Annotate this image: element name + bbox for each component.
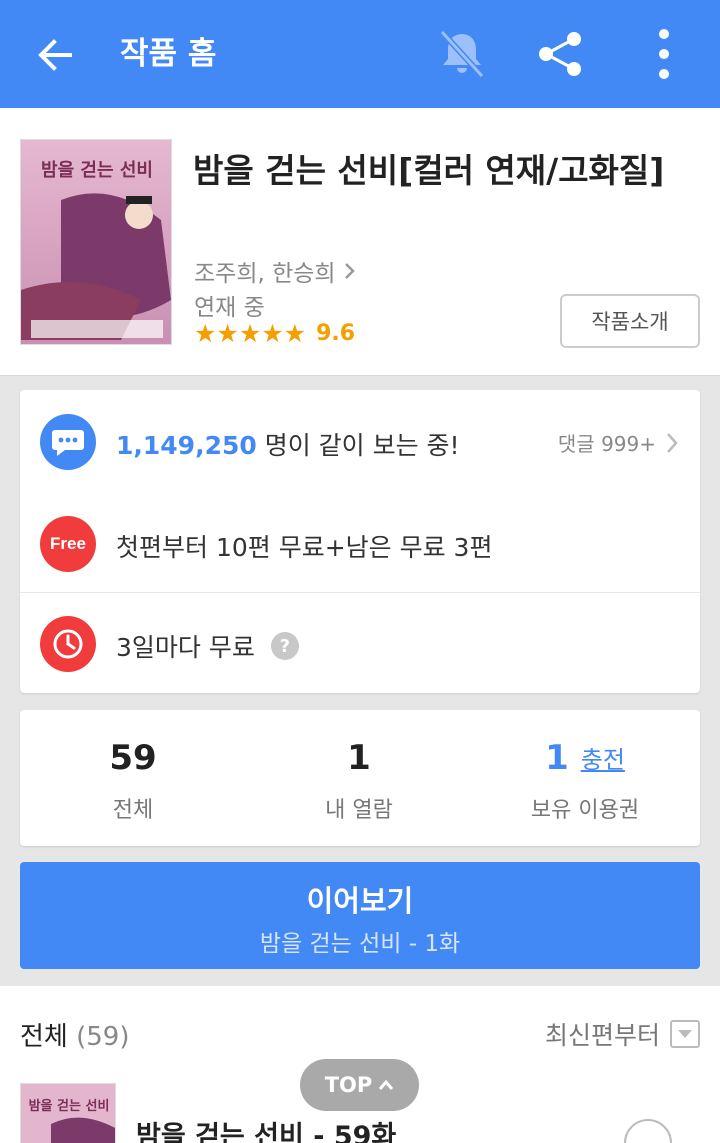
continue-reading-button[interactable]: 이어보기 밤을 걷는 선비 - 1화 bbox=[20, 862, 700, 969]
free-text: 첫편부터 10편 무료+남은 무료 3편 bbox=[116, 533, 493, 562]
app-bar: 작품 홈 bbox=[0, 0, 720, 108]
continue-label: 이어보기 bbox=[306, 884, 414, 918]
wait-free-text-wrap: 3일마다 무료 ? bbox=[116, 628, 299, 664]
download-icon[interactable] bbox=[624, 1119, 672, 1143]
clock-icon bbox=[40, 616, 96, 672]
viewers-count: 1,149,250 bbox=[116, 431, 257, 460]
sort-label: 최신편부터 bbox=[544, 1021, 660, 1050]
comments-link[interactable]: 댓글 999+ bbox=[558, 428, 678, 457]
episode-list-header: 전체 (59) bbox=[20, 1016, 129, 1053]
comments-count: 댓글 999+ bbox=[557, 432, 656, 456]
scroll-top-button[interactable]: TOP bbox=[300, 1059, 419, 1111]
free-row: Free 첫편부터 10편 무료+남은 무료 3편 bbox=[20, 514, 700, 574]
charge-link[interactable]: 충전 bbox=[581, 746, 625, 774]
viewers-text: 1,149,250 명이 같이 보는 중! bbox=[116, 426, 460, 462]
chevron-up-icon bbox=[379, 1079, 394, 1090]
top-label: TOP bbox=[324, 1073, 373, 1097]
star-rating-icon: ★★★★★ bbox=[194, 319, 307, 348]
stats-card: 59 전체 1 내 열람 1 충전 보유 이용권 bbox=[20, 710, 700, 846]
chevron-right-icon bbox=[667, 432, 678, 453]
stat-total-value: 59 bbox=[109, 738, 157, 778]
viewers-suffix: 명이 같이 보는 중! bbox=[256, 431, 460, 460]
continue-episode: 밤을 걷는 선비 - 1화 bbox=[259, 931, 461, 957]
stat-total-label: 전체 bbox=[112, 798, 154, 823]
cover-image: 밤을 걷는 선비 bbox=[20, 139, 172, 345]
more-vert-icon[interactable] bbox=[640, 24, 688, 84]
serial-status: 연재 중 bbox=[194, 295, 265, 321]
back-arrow-icon[interactable] bbox=[30, 30, 80, 80]
help-icon[interactable]: ? bbox=[270, 632, 299, 660]
rating: ★★★★★ 9.6 bbox=[194, 319, 355, 348]
page-title: 작품 홈 bbox=[120, 36, 217, 72]
chevron-down-icon bbox=[670, 1020, 700, 1048]
episode-title[interactable]: 밤을 걷는 선비 - 59화 bbox=[136, 1114, 396, 1143]
episode-list-title: 전체 bbox=[20, 1022, 68, 1052]
chat-bubble-icon bbox=[40, 414, 96, 470]
episode-thumbnail[interactable]: 밤을 걷는 선비 bbox=[20, 1083, 116, 1143]
stat-total: 59 전체 bbox=[20, 736, 246, 824]
stat-viewed-value: 1 bbox=[347, 738, 371, 778]
author-names: 조주희, 한승희 bbox=[194, 261, 336, 287]
wait-free-row: 3일마다 무료 ? bbox=[20, 614, 700, 674]
stat-tickets-label: 보유 이용권 bbox=[530, 798, 640, 823]
chevron-right-icon bbox=[344, 263, 355, 279]
share-icon[interactable] bbox=[532, 26, 588, 82]
stat-tickets-value: 1 bbox=[545, 738, 569, 778]
rating-score: 9.6 bbox=[316, 321, 356, 346]
sort-dropdown[interactable]: 최신편부터 bbox=[545, 1016, 700, 1052]
thumb-title-text: 밤을 걷는 선비 bbox=[29, 1098, 110, 1114]
cover-title-text: 밤을 걷는 선비 bbox=[41, 160, 153, 181]
stat-viewed: 1 내 열람 bbox=[246, 736, 472, 824]
wait-free-text: 3일마다 무료 bbox=[116, 633, 255, 662]
episode-count: (59) bbox=[76, 1022, 130, 1052]
work-title: 밤을 걷는 선비[컬러 연재/고화질] bbox=[193, 151, 665, 190]
divider bbox=[20, 592, 700, 593]
work-info-section: 밤을 걷는 선비 밤을 걷는 선비[컬러 연재/고화질] 조주희, 한승희 연재… bbox=[0, 108, 720, 376]
work-intro-button[interactable]: 작품소개 bbox=[560, 294, 700, 348]
stat-tickets-num: 1 충전 bbox=[472, 736, 698, 780]
author-link[interactable]: 조주희, 한승희 bbox=[194, 254, 356, 288]
info-card: 1,149,250 명이 같이 보는 중! 댓글 999+ Free 첫편부터 … bbox=[20, 390, 700, 693]
bell-off-icon[interactable] bbox=[432, 24, 492, 84]
stat-tickets: 1 충전 보유 이용권 bbox=[472, 736, 698, 824]
free-badge-icon: Free bbox=[40, 516, 96, 572]
stat-viewed-label: 내 열람 bbox=[325, 798, 393, 823]
viewers-row: 1,149,250 명이 같이 보는 중! 댓글 999+ bbox=[20, 412, 700, 472]
